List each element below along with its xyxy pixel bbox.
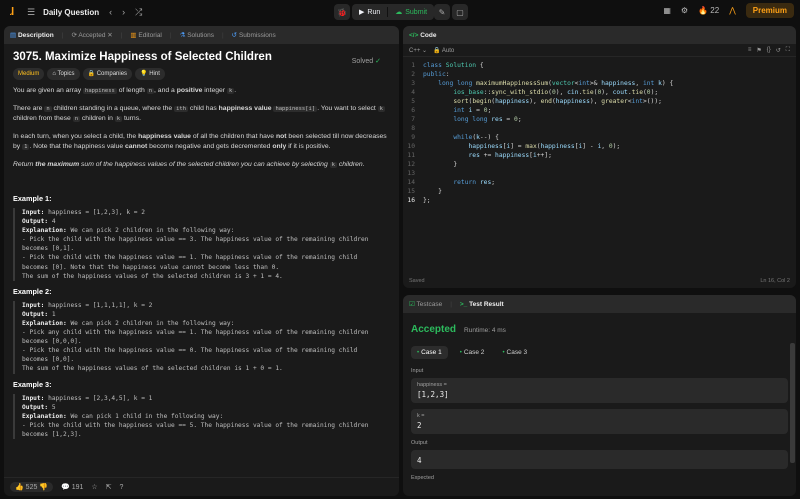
tab-code[interactable]: </> Code xyxy=(409,32,436,39)
streak-counter[interactable]: 🔥 22 xyxy=(698,6,719,15)
lightbulb-icon: 💡 xyxy=(140,71,148,77)
play-icon: ▶ xyxy=(359,9,365,16)
problem-list-title[interactable]: Daily Question xyxy=(43,8,99,17)
companies-button[interactable]: 🔒 Companies xyxy=(82,68,133,80)
problem-list-icon[interactable]: ☰ xyxy=(27,7,35,18)
flask-icon: ⚗ xyxy=(179,32,186,39)
tab-description[interactable]: ▤ Description xyxy=(10,31,54,39)
history-icon: ⟳ xyxy=(71,32,77,39)
saved-status: Saved xyxy=(409,278,425,284)
code-panel: </> Code C++ ⌄ 🔒 Auto ≡ ⚑ {} ↺ ⛶ 1 class … xyxy=(403,26,796,288)
description-panel: ▤ Description | ⟳ Accepted ✕ | ▥ Editori… xyxy=(4,26,399,496)
case-2-tab[interactable]: • Case 2 xyxy=(454,346,491,359)
statement-p3: In each turn, when you select a child, t… xyxy=(13,133,387,150)
code-editor[interactable]: 1 class Solution { 2 public: 3 long long m… xyxy=(403,57,796,209)
topics-button[interactable]: ⌂ Topics xyxy=(47,68,80,80)
example-1-block: Input: happiness = [1,2,3], k = 2 Output… xyxy=(13,208,390,281)
tab-test-result[interactable]: >_ Test Result xyxy=(460,301,504,308)
lock-icon: 🔒 xyxy=(433,47,441,54)
checkbox-icon: ☑ xyxy=(409,301,415,308)
layout-icon[interactable]: ▦ xyxy=(663,6,671,15)
case-3-tab[interactable]: • Case 3 xyxy=(496,346,533,359)
terminal-icon: >_ xyxy=(459,300,468,308)
check-circle-icon: ✓ xyxy=(375,58,381,65)
example-2-heading: Example 2: xyxy=(13,286,52,296)
tab-editorial[interactable]: ▥ Editorial xyxy=(130,31,161,39)
description-icon: ▤ xyxy=(10,32,17,39)
code-icon: </> xyxy=(409,31,419,39)
help-icon[interactable]: ? xyxy=(120,484,124,491)
solved-status: Solved ✓ xyxy=(351,58,381,65)
format-icon[interactable]: ≡ xyxy=(748,47,752,54)
tab-solutions[interactable]: ⚗ Solutions xyxy=(180,31,214,39)
difficulty-badge: Medium xyxy=(13,68,45,80)
comments-button[interactable]: 💬 191 xyxy=(61,483,83,491)
example-3-block: Input: happiness = [2,3,4,5], k = 1 Outp… xyxy=(13,393,390,439)
example-1-heading: Example 1: xyxy=(13,194,52,203)
settings-icon[interactable]: ⚙ xyxy=(681,6,688,15)
prev-problem-icon[interactable]: ‹ xyxy=(109,7,112,17)
leetcode-logo-icon[interactable]: ɺ xyxy=(6,6,18,18)
avatar[interactable]: ⋀ xyxy=(729,6,736,15)
output-value: 4 xyxy=(411,450,788,469)
input-label: Input xyxy=(411,368,424,374)
statement-p1: You are given an array happiness of leng… xyxy=(13,87,237,94)
description-footer: 👍 525 👎 💬 191 ☆ ⇱ ? xyxy=(4,477,399,496)
submit-button[interactable]: ☁ Submit xyxy=(388,4,434,20)
annotation-icon[interactable]: ▢ xyxy=(452,4,468,20)
notes-icon[interactable]: ✎ xyxy=(434,4,450,20)
tab-accepted[interactable]: ⟳ Accepted ✕ xyxy=(71,31,112,39)
editor-toolbar: C++ ⌄ 🔒 Auto ≡ ⚑ {} ↺ ⛶ xyxy=(403,44,796,57)
example-2-block: Input: happiness = [1,1,1,1], k = 2 Outp… xyxy=(13,300,390,374)
premium-button[interactable]: Premium xyxy=(745,3,794,18)
chevron-down-icon: ⌄ xyxy=(422,47,428,54)
thumbs-up-icon: 👍 xyxy=(15,484,24,491)
description-tabs: ▤ Description | ⟳ Accepted ✕ | ▥ Editori… xyxy=(4,26,399,44)
top-right-actions: ▦ ⚙ 🔥 22 ⋀ Premium xyxy=(663,3,794,18)
input-k: k = 2 xyxy=(411,409,788,434)
comment-icon: 💬 xyxy=(61,484,70,491)
code-tabs: </> Code xyxy=(403,26,796,44)
scrollbar[interactable] xyxy=(790,343,795,463)
cursor-position: Ln 16, Col 2 xyxy=(760,278,790,284)
tab-submissions[interactable]: ↺ Submissions xyxy=(232,31,276,39)
star-icon[interactable]: ☆ xyxy=(91,483,97,491)
result-panel: ☑ Testcase | >_ Test Result Accepted Runt… xyxy=(403,295,796,496)
result-status: Accepted xyxy=(411,324,457,335)
expected-label: Expected xyxy=(411,475,434,481)
case-1-tab[interactable]: • Case 1 xyxy=(411,346,448,359)
tag-icon: ⌂ xyxy=(52,71,56,77)
runtime-text: Runtime: 4 ms xyxy=(464,327,506,334)
shuffle-icon[interactable]: ⤮ xyxy=(135,7,142,18)
editor-status: Saved Ln 16, Col 2 xyxy=(403,274,796,288)
close-icon: ✕ xyxy=(107,32,113,39)
debug-icon[interactable]: 🐞 xyxy=(334,4,350,20)
result-tabs: ☑ Testcase | >_ Test Result xyxy=(403,295,796,313)
fire-icon: 🔥 xyxy=(698,6,709,15)
run-submit-group: ▶ Run ☁ Submit xyxy=(352,4,435,20)
statement-p4: Return the maximum sum of the happiness … xyxy=(13,161,365,168)
lock-icon: 🔒 xyxy=(87,71,96,77)
language-select[interactable]: C++ ⌄ xyxy=(409,47,427,54)
autocomplete-toggle[interactable]: 🔒 Auto xyxy=(433,47,454,54)
problem-title[interactable]: 3075. Maximize Happiness of Selected Chi… xyxy=(13,51,390,63)
braces-icon[interactable]: {} xyxy=(767,47,771,54)
statement-p2: There are n children standing in a queue… xyxy=(13,105,385,122)
thumbs-down-icon: 👎 xyxy=(39,484,49,491)
fullscreen-icon[interactable]: ⛶ xyxy=(786,47,790,54)
reset-icon[interactable]: ↺ xyxy=(776,47,781,54)
history-icon: ↺ xyxy=(231,32,238,39)
book-icon: ▥ xyxy=(130,32,137,39)
cloud-upload-icon: ☁ xyxy=(395,9,403,16)
like-button[interactable]: 👍 525 👎 xyxy=(10,482,54,492)
tab-testcase[interactable]: ☑ Testcase xyxy=(409,300,442,308)
bookmark-icon[interactable]: ⚑ xyxy=(756,47,761,54)
input-happiness: happiness = [1,2,3] xyxy=(411,378,788,403)
output-label: Output xyxy=(411,440,428,446)
hint-button[interactable]: 💡 Hint xyxy=(135,68,165,80)
run-button[interactable]: ▶ Run xyxy=(352,4,387,20)
share-icon[interactable]: ⇱ xyxy=(106,483,112,491)
example-3-heading: Example 3: xyxy=(13,379,52,389)
next-problem-icon[interactable]: › xyxy=(122,7,125,17)
